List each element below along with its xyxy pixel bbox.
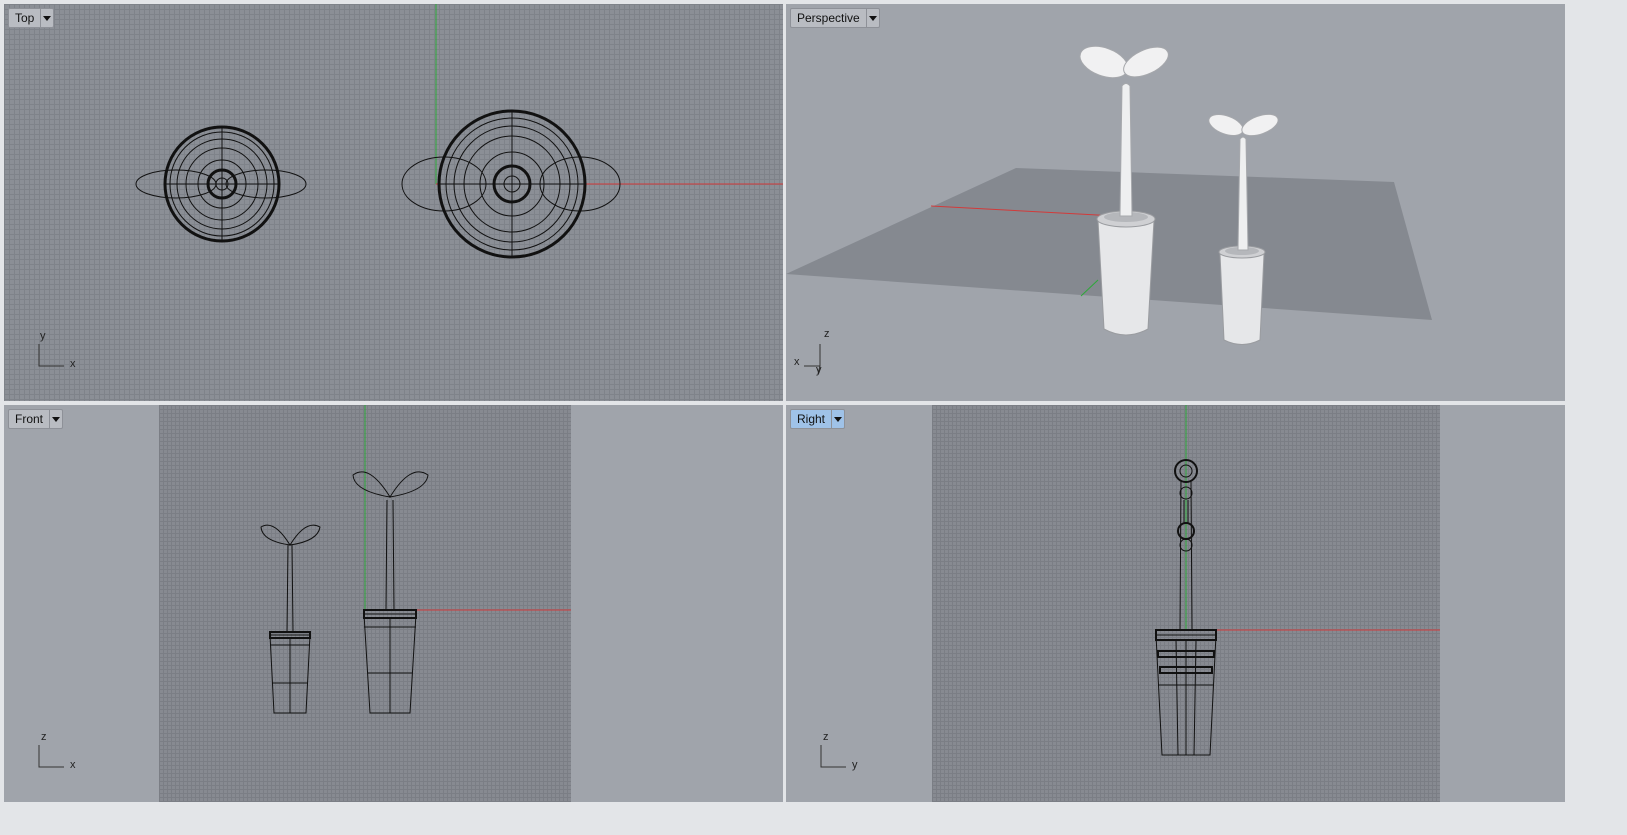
viewport-perspective[interactable]: z x y Perspective [786,4,1565,401]
front-view-canvas [38,405,571,768]
axis-label-x: x [794,356,800,368]
viewport-title-right[interactable]: Right [790,409,846,429]
chevron-down-icon[interactable] [865,9,879,27]
viewport-right[interactable]: z y Right [786,405,1565,802]
viewport-title-perspective[interactable]: Perspective [790,8,880,28]
large-plant-front-wireframe [352,471,429,714]
axis-label-y: y [852,759,858,771]
perspective-view-canvas [786,45,1432,375]
viewport-top[interactable]: y x Top [4,4,783,401]
axis-label-y: y [40,330,46,342]
chevron-down-icon[interactable] [40,9,53,27]
small-plant-front-wireframe [260,524,321,714]
axis-label-y: y [816,364,822,376]
axis-label-z: z [41,731,47,743]
axis-triad-icon [820,745,846,768]
viewport-title-top[interactable]: Top [8,8,55,28]
axis-label-x: x [70,358,76,370]
viewport-title-front[interactable]: Front [8,409,64,429]
viewport-front[interactable]: z x Front [4,405,783,802]
axis-label-x: x [70,759,76,771]
top-view-canvas [38,4,783,367]
axis-triad-icon [38,745,64,768]
axis-label-z: z [824,328,830,340]
chevron-down-icon[interactable] [49,410,62,428]
axis-triad-icon [38,344,64,367]
right-view-canvas [820,405,1440,768]
axis-label-z: z [823,731,829,743]
small-plant-top-wireframe [135,125,307,243]
chevron-down-icon[interactable] [831,410,844,428]
